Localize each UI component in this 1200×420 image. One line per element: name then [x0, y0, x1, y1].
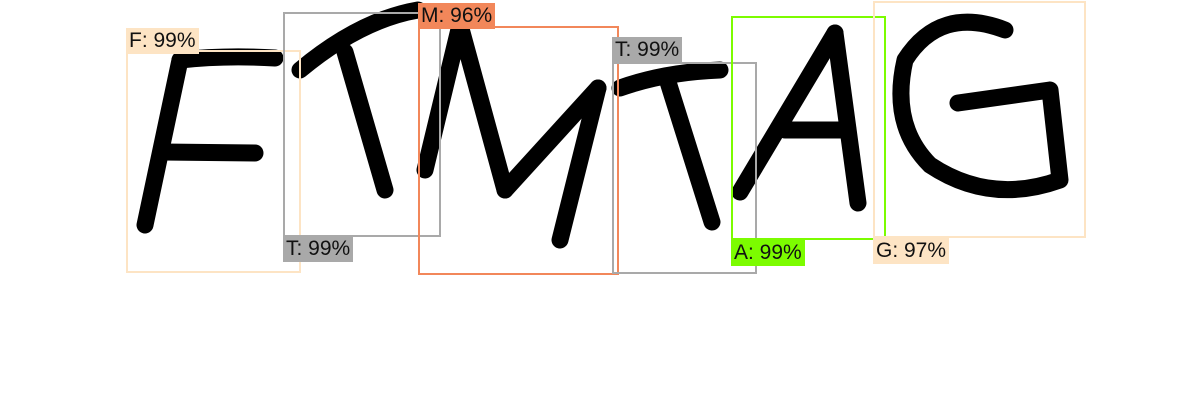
bbox-a	[731, 16, 886, 240]
label-f: F: 99%	[126, 28, 199, 54]
label-t-1: T: 99%	[283, 236, 354, 262]
label-t-2: T: 99%	[612, 37, 683, 63]
label-a: A: 99%	[731, 240, 805, 266]
bbox-g	[873, 1, 1086, 238]
bbox-m	[418, 26, 619, 275]
label-g: G: 97%	[873, 238, 950, 264]
label-m: M: 96%	[418, 3, 496, 29]
bbox-f	[126, 50, 301, 273]
detection-canvas: F: 99% T: 99% M: 96% T: 99% A: 99% G: 97…	[0, 0, 1200, 420]
